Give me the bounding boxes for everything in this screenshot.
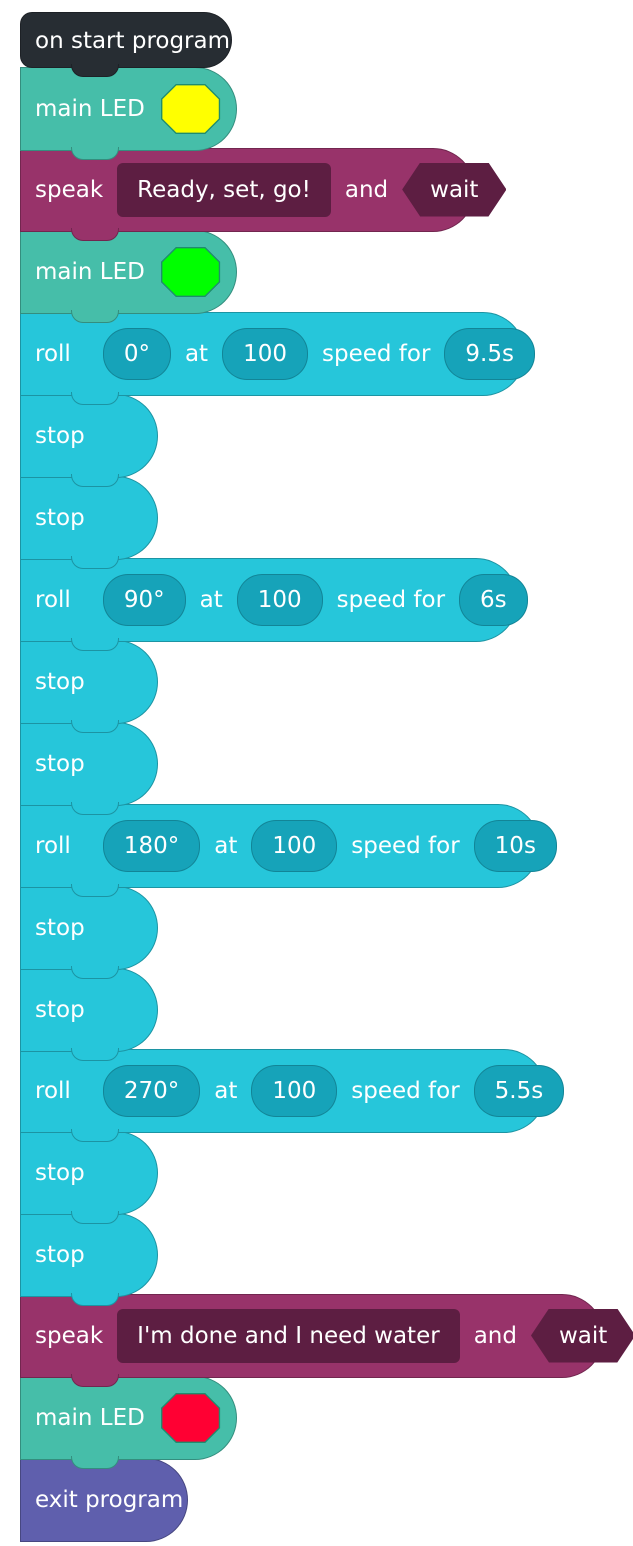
- block-label: stop: [35, 996, 85, 1023]
- block-content: roll 180° at 100 speed for 10s: [35, 805, 557, 886]
- stop-block[interactable]: stop: [20, 1131, 158, 1224]
- main-led-block[interactable]: main LED: [20, 230, 237, 323]
- block-content: on start program: [35, 13, 230, 69]
- and-label: and: [473, 1322, 517, 1349]
- duration-field[interactable]: 9.5s: [444, 327, 535, 380]
- block-content: roll 90° at 100 speed for 6s: [35, 559, 528, 640]
- block-content: stop: [35, 969, 143, 1050]
- block-content: stop: [35, 887, 143, 968]
- at-label: at: [214, 832, 238, 859]
- speed-for-label: speed for: [336, 586, 446, 613]
- block-label: main LED: [35, 258, 145, 285]
- at-label: at: [184, 340, 209, 367]
- program-canvas: on start program main LED speak Ready, set,…: [0, 0, 633, 1546]
- roll-block[interactable]: roll 90° at 100 speed for 6s: [20, 558, 528, 651]
- block-content: stop: [35, 395, 143, 476]
- stop-block[interactable]: stop: [20, 886, 158, 979]
- block-label: stop: [35, 914, 85, 941]
- block-content: main LED: [35, 1377, 222, 1458]
- block-label: on start program: [35, 28, 231, 54]
- block-content: speak Ready, set, go! and wait: [35, 149, 460, 230]
- speed-field[interactable]: 100: [251, 1064, 338, 1117]
- duration-field[interactable]: 6s: [459, 573, 528, 626]
- block-label: stop: [35, 750, 85, 777]
- block-label: stop: [35, 504, 85, 531]
- block-label: exit program: [35, 1486, 184, 1513]
- speed-field[interactable]: 100: [236, 573, 323, 626]
- roll-block[interactable]: roll 180° at 100 speed for 10s: [20, 804, 557, 897]
- led-color-swatch[interactable]: [159, 243, 222, 301]
- heading-field[interactable]: 270°: [102, 1064, 201, 1117]
- stop-block[interactable]: stop: [20, 394, 158, 487]
- exit-program-block[interactable]: exit program: [20, 1458, 188, 1542]
- stop-block[interactable]: stop: [20, 476, 158, 569]
- block-content: stop: [35, 477, 143, 558]
- block-label: roll: [35, 586, 71, 613]
- block-label: stop: [35, 668, 85, 695]
- on-start-program-block[interactable]: on start program: [20, 12, 232, 77]
- block-label: roll: [35, 340, 71, 367]
- block-label: main LED: [35, 1404, 145, 1431]
- block-label: roll: [35, 832, 71, 859]
- wait-option-dropdown[interactable]: wait: [531, 1309, 633, 1363]
- led-color-swatch[interactable]: [159, 80, 222, 138]
- heading-field[interactable]: 90°: [102, 573, 186, 626]
- block-label: speak: [35, 1322, 104, 1349]
- speak-text-field[interactable]: I'm done and I need water: [117, 1308, 460, 1363]
- block-label: main LED: [35, 95, 145, 122]
- speak-text-field[interactable]: Ready, set, go!: [117, 162, 331, 217]
- stop-block[interactable]: stop: [20, 640, 158, 733]
- speed-field[interactable]: 100: [251, 819, 338, 872]
- block-content: stop: [35, 1214, 143, 1295]
- block-content: roll 0° at 100 speed for 9.5s: [35, 313, 535, 394]
- led-color-swatch[interactable]: [159, 1389, 222, 1447]
- stop-block[interactable]: stop: [20, 1213, 158, 1306]
- block-label: stop: [35, 1159, 85, 1186]
- block-content: stop: [35, 723, 143, 804]
- at-label: at: [214, 1077, 238, 1104]
- block-content: roll 270° at 100 speed for 5.5s: [35, 1050, 565, 1131]
- speak-block[interactable]: speak I'm done and I need water and wait: [20, 1294, 604, 1387]
- duration-field[interactable]: 10s: [473, 819, 557, 872]
- block-content: speak I'm done and I need water and wait: [35, 1295, 589, 1376]
- block-content: main LED: [35, 231, 222, 312]
- roll-block[interactable]: roll 270° at 100 speed for 5.5s: [20, 1049, 565, 1142]
- block-label: stop: [35, 1241, 85, 1268]
- and-label: and: [344, 176, 389, 203]
- main-led-block[interactable]: main LED: [20, 1376, 237, 1469]
- duration-field[interactable]: 5.5s: [473, 1064, 565, 1117]
- speak-block[interactable]: speak Ready, set, go! and wait: [20, 148, 475, 241]
- speed-for-label: speed for: [351, 1077, 460, 1104]
- wait-option-dropdown[interactable]: wait: [402, 163, 506, 217]
- stop-block[interactable]: stop: [20, 722, 158, 815]
- block-content: main LED: [35, 68, 222, 149]
- roll-block[interactable]: roll 0° at 100 speed for 9.5s: [20, 312, 535, 405]
- block-label: stop: [35, 422, 85, 449]
- block-content: stop: [35, 1132, 143, 1213]
- block-content: exit program: [35, 1459, 183, 1540]
- heading-field[interactable]: 0°: [102, 327, 171, 380]
- block-content: stop: [35, 641, 143, 722]
- speed-for-label: speed for: [351, 832, 460, 859]
- stop-block[interactable]: stop: [20, 968, 158, 1061]
- at-label: at: [199, 586, 223, 613]
- speed-for-label: speed for: [321, 340, 431, 367]
- block-label: roll: [35, 1077, 71, 1104]
- speed-field[interactable]: 100: [222, 327, 308, 380]
- heading-field[interactable]: 180°: [102, 819, 201, 872]
- block-label: speak: [35, 176, 104, 203]
- main-led-block[interactable]: main LED: [20, 67, 237, 160]
